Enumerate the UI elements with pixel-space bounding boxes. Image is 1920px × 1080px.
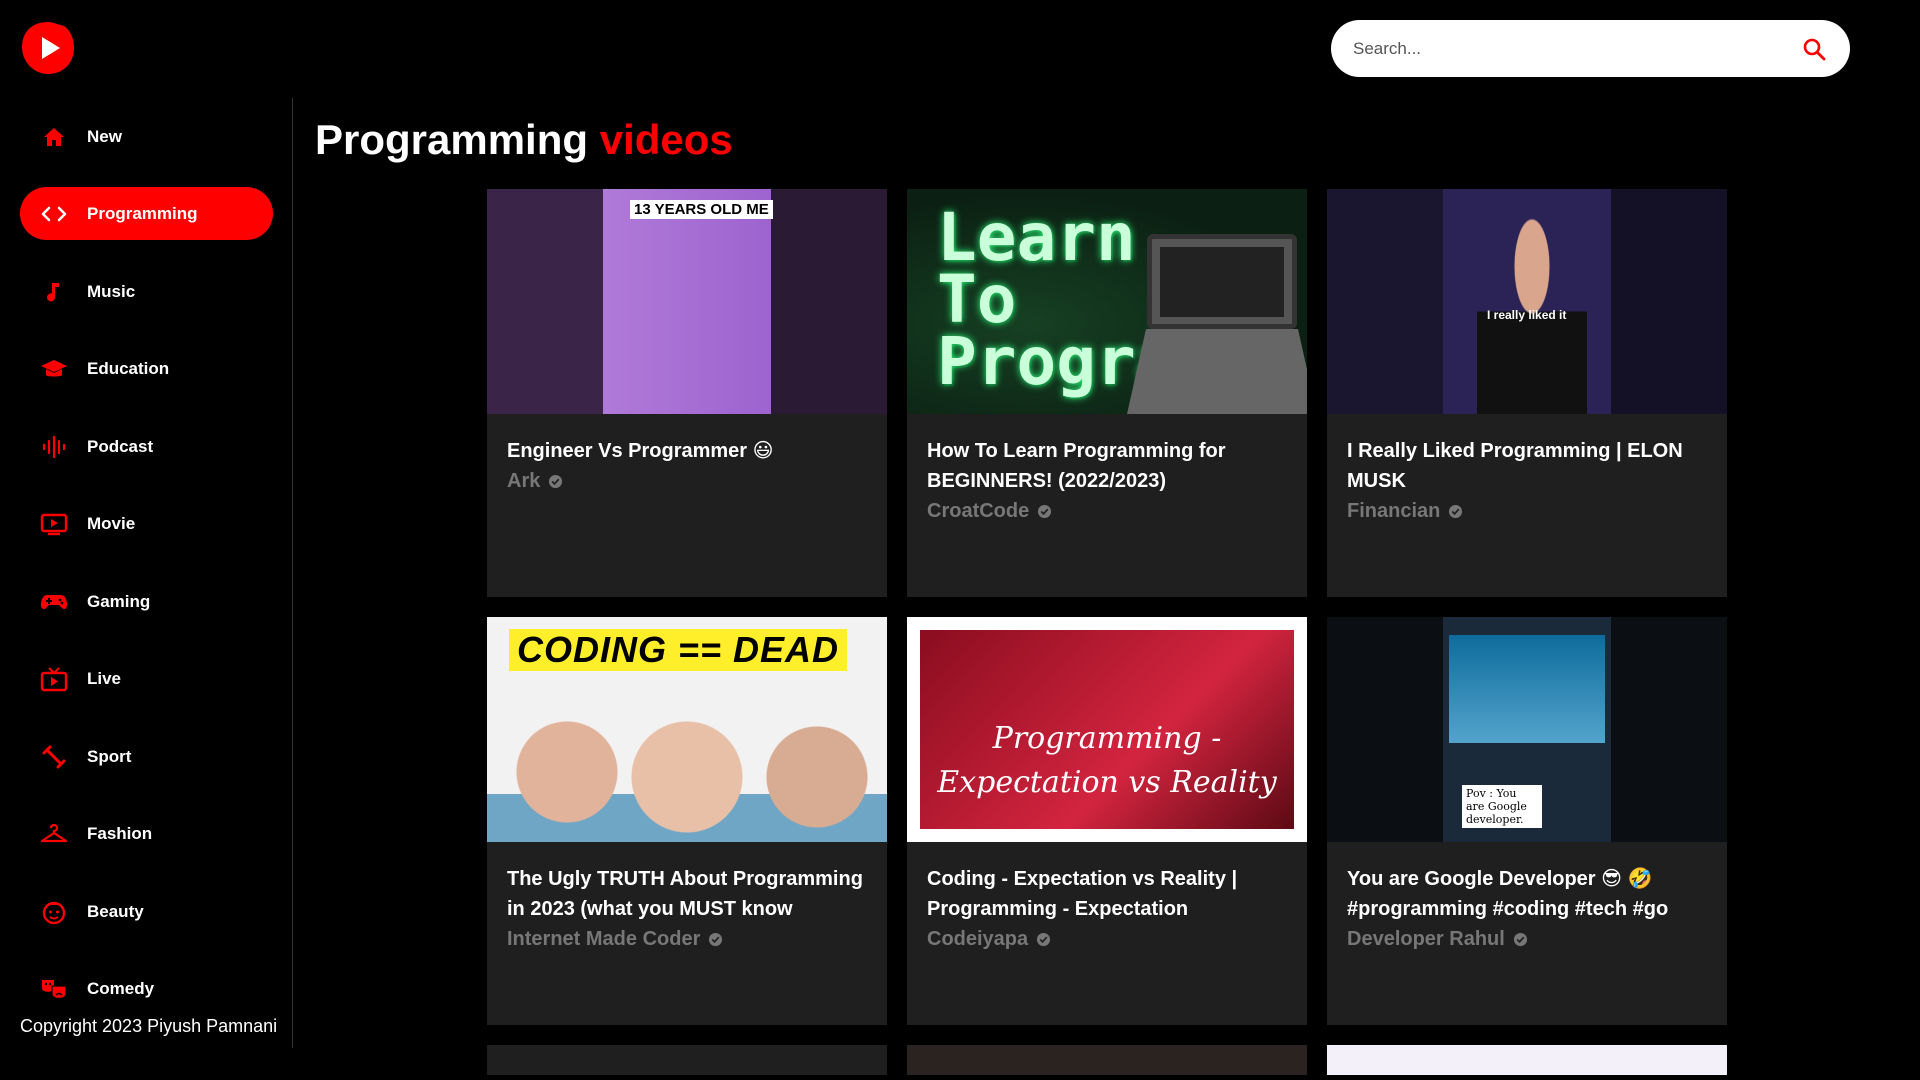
video-card-partial[interactable] <box>1327 1045 1727 1075</box>
sidebar-item-label: Gaming <box>87 591 151 611</box>
channel-row: Internet Made Coder <box>507 924 867 954</box>
sidebar-item-label: Movie <box>87 513 136 533</box>
home-icon <box>40 123 68 151</box>
play-logo-icon[interactable] <box>20 20 76 76</box>
video-title[interactable]: Coding - Expectation vs Reality | Progra… <box>927 864 1287 924</box>
verified-icon <box>548 474 563 489</box>
podcast-icon <box>40 433 68 461</box>
video-card[interactable]: Programming - Expectation vs Reality Cod… <box>907 617 1307 1025</box>
faces-graphic <box>487 682 887 842</box>
video-title[interactable]: The Ugly TRUTH About Programming in 2023… <box>507 864 867 924</box>
video-thumbnail[interactable]: CODING == DEAD <box>487 617 887 842</box>
laptop-graphic <box>1147 234 1297 329</box>
search-icon[interactable] <box>1800 35 1828 63</box>
thumbnail-caption: I really liked it <box>1487 308 1567 322</box>
sidebar-item-label: New <box>87 126 122 146</box>
sidebar-item-beauty[interactable]: Beauty <box>20 885 273 938</box>
sidebar-item-label: Fashion <box>87 823 153 843</box>
gamepad-icon <box>40 588 68 616</box>
sidebar-item-label: Sport <box>87 746 132 766</box>
video-card-partial[interactable] <box>907 1045 1307 1075</box>
channel-name[interactable]: Codeiyapa <box>927 924 1028 954</box>
sidebar-item-gaming[interactable]: Gaming <box>20 575 273 628</box>
sidebar-item-movie[interactable]: Movie <box>20 497 273 550</box>
channel-row: CroatCode <box>927 496 1287 526</box>
live-tv-icon <box>40 665 68 693</box>
sidebar-item-comedy[interactable]: Comedy <box>20 962 273 1015</box>
sidebar-item-label: Comedy <box>87 978 155 998</box>
thumbnail-caption: CODING == DEAD <box>509 629 848 671</box>
verified-icon <box>1036 932 1051 947</box>
video-card[interactable]: Pov : You are Google developer. You are … <box>1327 617 1727 1025</box>
video-title[interactable]: You are Google Developer 😎 🤣 #programmin… <box>1347 864 1707 924</box>
sidebar-item-music[interactable]: Music <box>20 265 273 318</box>
thumbnail-caption: 13 YEARS OLD ME <box>630 200 773 219</box>
search-input[interactable] <box>1353 38 1800 59</box>
video-thumbnail[interactable]: I really liked it <box>1327 189 1727 414</box>
sidebar-item-label: Podcast <box>87 436 154 456</box>
video-card-partial[interactable] <box>487 1045 887 1075</box>
sidebar-item-fashion[interactable]: Fashion <box>20 807 273 860</box>
thumbnail-caption: Pov : You are Google developer. <box>1462 785 1542 828</box>
channel-row: Financian <box>1347 496 1707 526</box>
sidebar-item-sport[interactable]: Sport <box>20 730 273 783</box>
video-card[interactable]: CODING == DEAD The Ugly TRUTH About Prog… <box>487 617 887 1025</box>
video-title[interactable]: How To Learn Programming for BEGINNERS! … <box>927 436 1287 496</box>
channel-name[interactable]: Financian <box>1347 496 1440 526</box>
channel-name[interactable]: Ark <box>507 466 540 496</box>
sidebar-item-education[interactable]: Education <box>20 342 273 395</box>
verified-icon <box>708 932 723 947</box>
sidebar-item-label: Music <box>87 281 136 301</box>
hanger-icon <box>40 820 68 848</box>
sidebar-item-new[interactable]: New <box>20 110 273 163</box>
copyright-text: Copyright 2023 Piyush Pamnani <box>20 1016 278 1036</box>
graduation-cap-icon <box>40 355 68 383</box>
video-thumbnail[interactable]: Pov : You are Google developer. <box>1327 617 1727 842</box>
video-title[interactable]: I Really Liked Programming | ELON MUSK <box>1347 436 1707 496</box>
video-thumbnail[interactable]: Learn To Program <box>907 189 1307 414</box>
sidebar-item-podcast[interactable]: Podcast <box>20 420 273 473</box>
thumbnail-caption: Learn To Program <box>937 199 1216 400</box>
video-card[interactable]: 13 YEARS OLD ME Engineer Vs Programmer 😃… <box>487 189 887 597</box>
movie-icon <box>40 510 68 538</box>
keyboard-graphic <box>1127 329 1307 414</box>
sidebar-item-label: Education <box>87 358 170 378</box>
channel-row: Developer Rahul <box>1347 924 1707 954</box>
verified-icon <box>1448 504 1463 519</box>
code-icon <box>40 200 68 228</box>
sidebar-item-live[interactable]: Live <box>20 652 273 705</box>
search-bar <box>1331 20 1850 77</box>
sidebar-item-programming[interactable]: Programming <box>20 187 273 240</box>
verified-icon <box>1037 504 1052 519</box>
sidebar: New Programming Music Education Podcast … <box>0 98 293 1048</box>
thumbnail-caption: Programming - Expectation vs Reality <box>937 721 1277 800</box>
channel-row: Codeiyapa <box>927 924 1287 954</box>
sidebar-item-label: Beauty <box>87 901 144 921</box>
video-thumbnail[interactable]: Programming - Expectation vs Reality <box>907 617 1307 842</box>
beauty-icon <box>40 898 68 926</box>
sidebar-item-label: Live <box>87 668 122 688</box>
channel-name[interactable]: CroatCode <box>927 496 1029 526</box>
sidebar-item-label: Programming <box>87 203 198 223</box>
channel-name[interactable]: Internet Made Coder <box>507 924 700 954</box>
video-thumbnail[interactable]: 13 YEARS OLD ME <box>487 189 887 414</box>
page-title: Programming videos <box>315 116 733 164</box>
video-title[interactable]: Engineer Vs Programmer 😃 <box>507 436 867 466</box>
verified-icon <box>1513 932 1528 947</box>
screen-graphic <box>1449 635 1605 743</box>
sport-icon <box>40 743 68 771</box>
channel-name[interactable]: Developer Rahul <box>1347 924 1505 954</box>
video-card[interactable]: I really liked it I Really Liked Program… <box>1327 189 1727 597</box>
music-note-icon <box>40 278 68 306</box>
comedy-masks-icon <box>40 975 68 1003</box>
page-title-accent: videos <box>599 116 733 163</box>
page-title-main: Programming <box>315 116 589 163</box>
video-card[interactable]: Learn To Program How To Learn Programmin… <box>907 189 1307 597</box>
channel-row: Ark <box>507 466 867 496</box>
